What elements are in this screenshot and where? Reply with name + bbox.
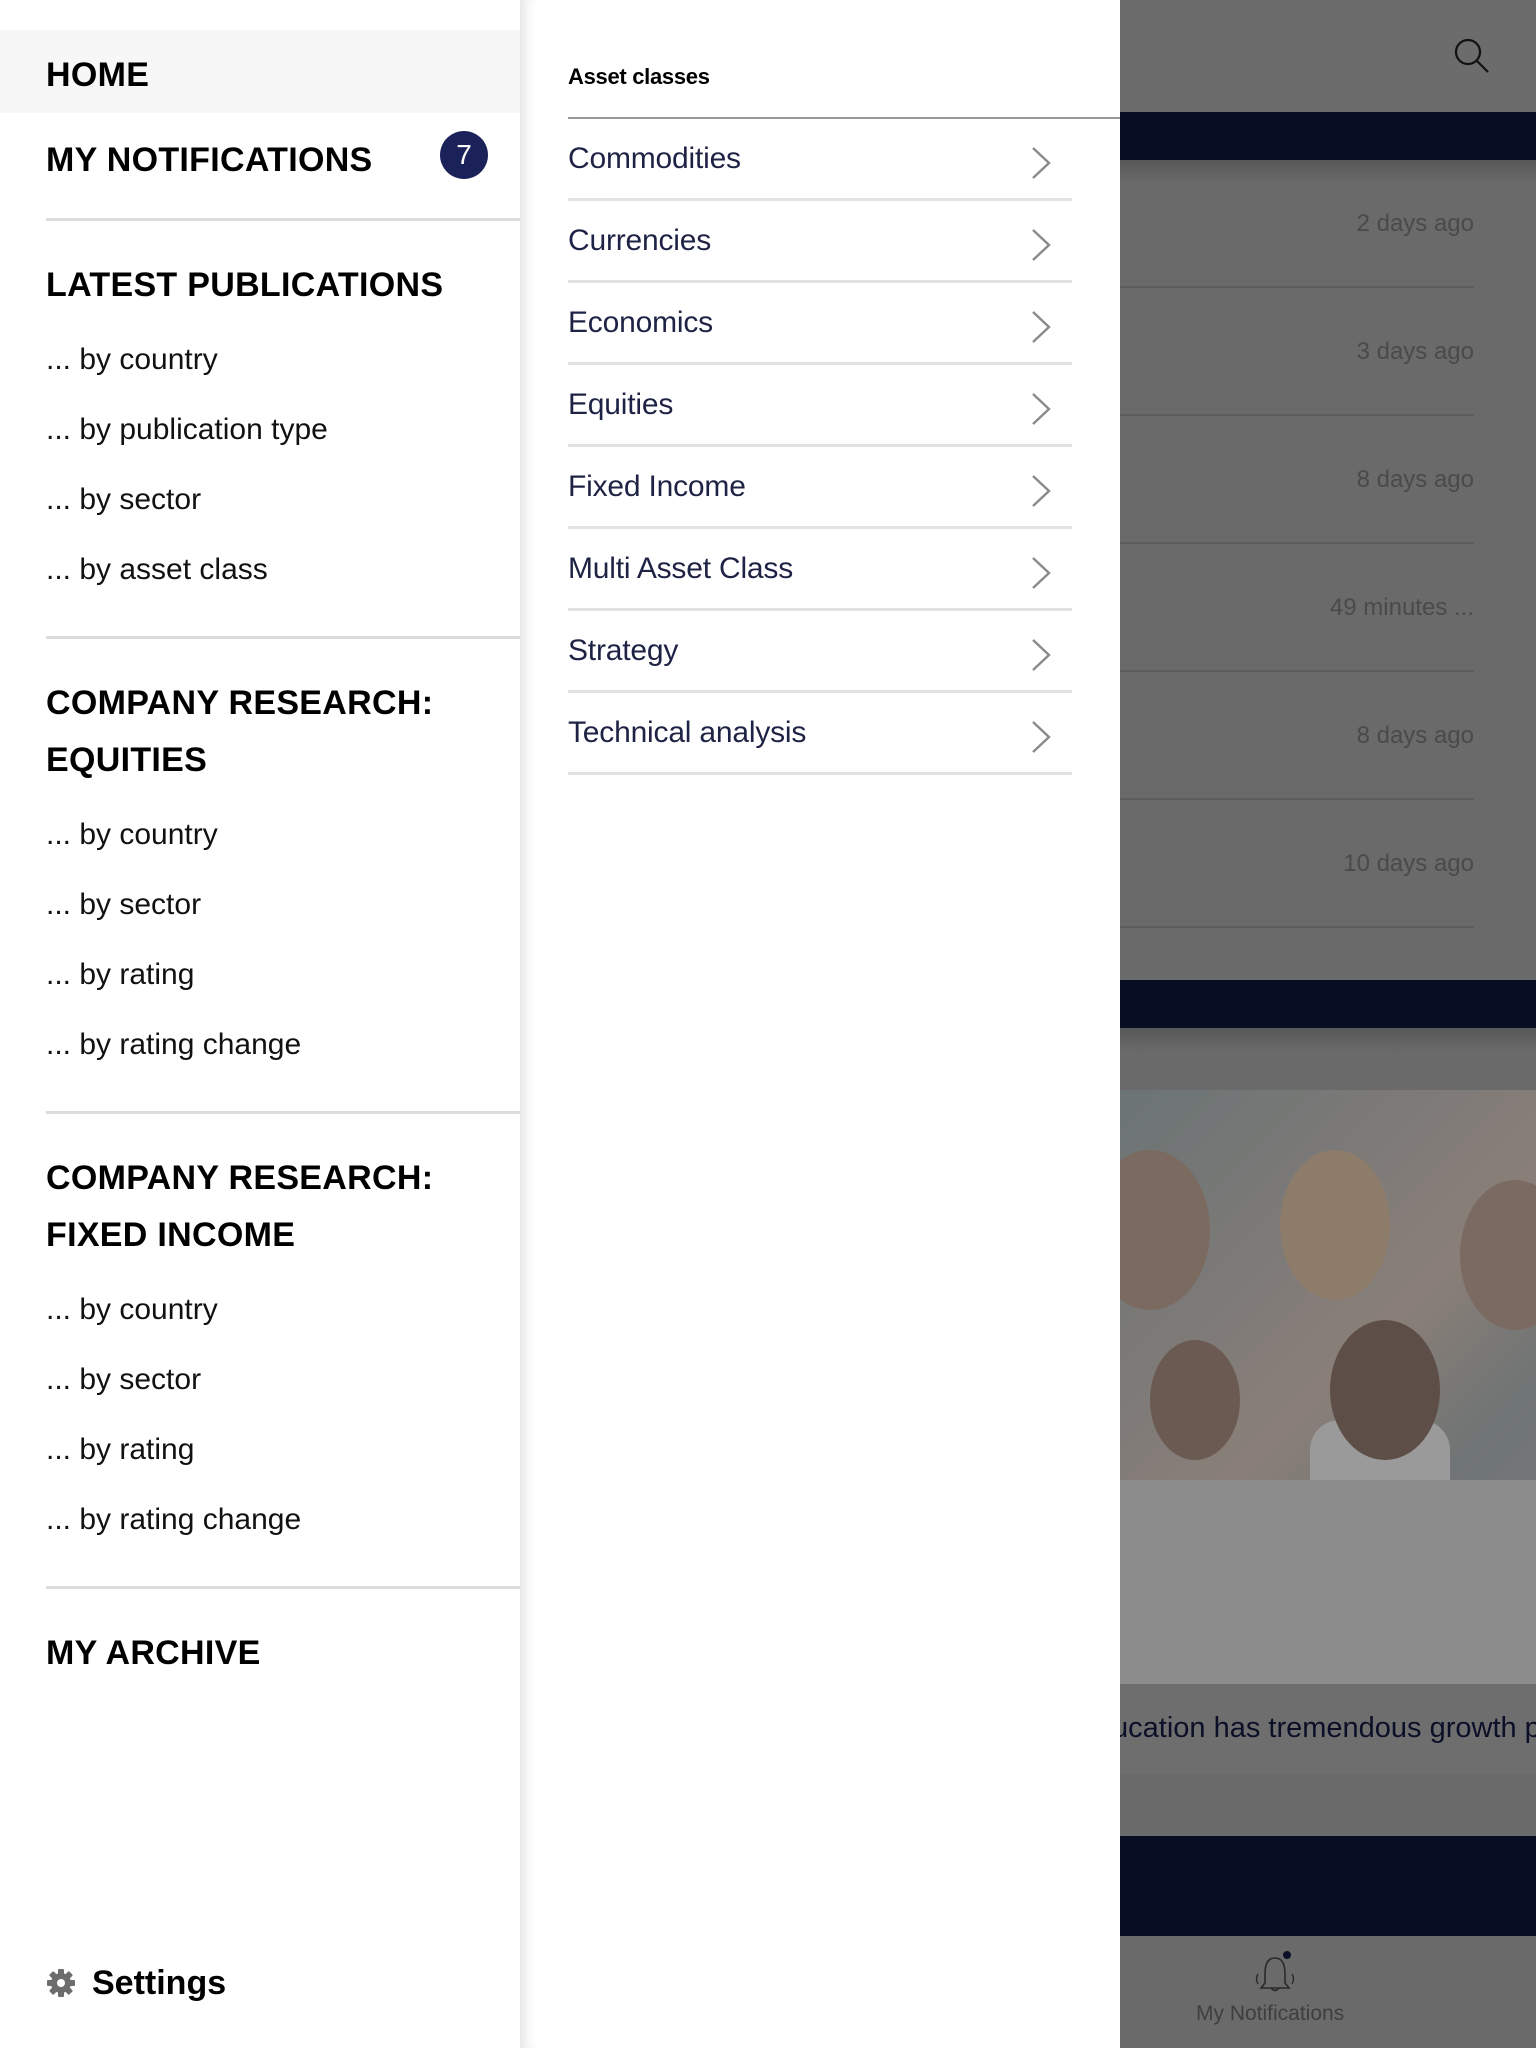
submenu-item-equities[interactable]: Equities — [568, 365, 1072, 447]
publication-row[interactable]: 8 days ago — [1120, 416, 1474, 544]
section-equities-title-line1[interactable]: COMPANY RESEARCH: — [46, 675, 433, 732]
navigation-drawer: HOME MY NOTIFICATIONS 7 LATEST PUBLICATI… — [0, 0, 520, 2048]
equities-by-rating[interactable]: ... by rating — [46, 955, 194, 995]
section-latest-publications[interactable]: LATEST PUBLICATIONS — [46, 257, 443, 314]
fixed-income-by-sector[interactable]: ... by sector — [46, 1360, 201, 1400]
equities-by-rating-change[interactable]: ... by rating change — [46, 1025, 301, 1065]
divider — [46, 636, 520, 639]
submenu-item-currencies[interactable]: Currencies — [568, 201, 1072, 283]
submenu-item-commodities[interactable]: Commodities — [568, 119, 1072, 201]
settings-button[interactable]: Settings — [46, 1960, 226, 2006]
publication-time: 8 days ago — [1356, 466, 1474, 493]
submenu-item-label: Equities — [568, 387, 674, 421]
submenu-item-technical-analysis[interactable]: Technical analysis — [568, 693, 1072, 775]
section-fixed-income-title-line1[interactable]: COMPANY RESEARCH: — [46, 1150, 433, 1207]
gear-icon — [47, 1969, 75, 1997]
chevron-right-icon — [1032, 475, 1051, 507]
settings-label: Settings — [92, 1963, 227, 2002]
latest-by-publication-type[interactable]: ... by publication type — [46, 410, 328, 450]
chevron-right-icon — [1032, 639, 1051, 671]
publication-time: 3 days ago — [1356, 338, 1474, 365]
fixed-income-by-rating-change[interactable]: ... by rating change — [46, 1500, 301, 1540]
submenu-item-label: Strategy — [568, 633, 679, 667]
submenu-item-multi-asset-class[interactable]: Multi Asset Class — [568, 529, 1072, 611]
chevron-right-icon — [1032, 393, 1051, 425]
publication-time: 10 days ago — [1343, 850, 1474, 877]
chevron-right-icon — [1032, 311, 1051, 343]
publication-row[interactable]: 8 days ago — [1120, 672, 1474, 800]
submenu-item-economics[interactable]: Economics — [568, 283, 1072, 365]
latest-by-asset-class[interactable]: ... by asset class — [46, 550, 268, 590]
nav-my-notifications[interactable]: MY NOTIFICATIONS — [46, 132, 373, 189]
fixed-income-by-rating[interactable]: ... by rating — [46, 1430, 194, 1470]
chevron-right-icon — [1032, 147, 1051, 179]
submenu-item-label: Commodities — [568, 141, 741, 175]
publication-time: 49 minutes ... — [1329, 594, 1474, 621]
publication-row[interactable]: 49 minutes ... — [1120, 544, 1474, 672]
divider — [46, 218, 520, 221]
submenu-item-label: Technical analysis — [568, 715, 807, 749]
section-fixed-income-title-line2[interactable]: FIXED INCOME — [46, 1207, 295, 1264]
publication-time: 2 days ago — [1356, 210, 1474, 237]
submenu-item-strategy[interactable]: Strategy — [568, 611, 1072, 693]
section-equities-title-line2[interactable]: EQUITIES — [46, 732, 207, 789]
publication-list: 2 days ago 3 days ago 8 days ago 49 minu… — [1120, 160, 1536, 928]
publication-time: 8 days ago — [1356, 722, 1474, 749]
publication-row[interactable]: 3 days ago — [1120, 288, 1474, 416]
chevron-right-icon — [1032, 721, 1051, 753]
submenu-item-label: Currencies — [568, 223, 712, 257]
submenu-list: Commodities Currencies Economics Equitie… — [568, 119, 1072, 775]
search-icon[interactable] — [1452, 36, 1492, 76]
asset-classes-submenu: Asset classes Commodities Currencies Eco… — [520, 0, 1120, 2048]
divider — [46, 1111, 520, 1114]
nav-home[interactable]: HOME — [46, 47, 149, 104]
featured-article-caption[interactable]: ucation has tremendous growth pot — [1120, 1684, 1536, 1774]
chevron-right-icon — [1032, 229, 1051, 261]
caption-text: ucation has tremendous growth pot — [1120, 1712, 1536, 1744]
latest-by-sector[interactable]: ... by sector — [46, 480, 201, 520]
fixed-income-by-country[interactable]: ... by country — [46, 1290, 218, 1330]
submenu-item-label: Multi Asset Class — [568, 551, 793, 585]
submenu-item-label: Economics — [568, 305, 713, 339]
publication-row[interactable]: 2 days ago — [1120, 160, 1474, 288]
equities-by-country[interactable]: ... by country — [46, 815, 218, 855]
submenu-title: Asset classes — [568, 64, 710, 89]
bottom-nav: My Notifications — [1120, 1936, 1536, 2048]
bell-icon[interactable] — [1250, 1950, 1300, 2000]
submenu-item-label: Fixed Income — [568, 469, 746, 503]
featured-article-image[interactable] — [1120, 1090, 1536, 1684]
divider — [46, 1586, 520, 1589]
publication-row[interactable]: 10 days ago — [1120, 800, 1474, 928]
submenu-item-fixed-income[interactable]: Fixed Income — [568, 447, 1072, 529]
nav-my-archive[interactable]: MY ARCHIVE — [46, 1625, 261, 1682]
bottom-nav-notifications-label[interactable]: My Notifications — [1196, 2002, 1344, 2026]
latest-by-country[interactable]: ... by country — [46, 340, 218, 380]
notification-count-badge: 7 — [440, 131, 488, 179]
chevron-right-icon — [1032, 557, 1051, 589]
equities-by-sector[interactable]: ... by sector — [46, 885, 201, 925]
